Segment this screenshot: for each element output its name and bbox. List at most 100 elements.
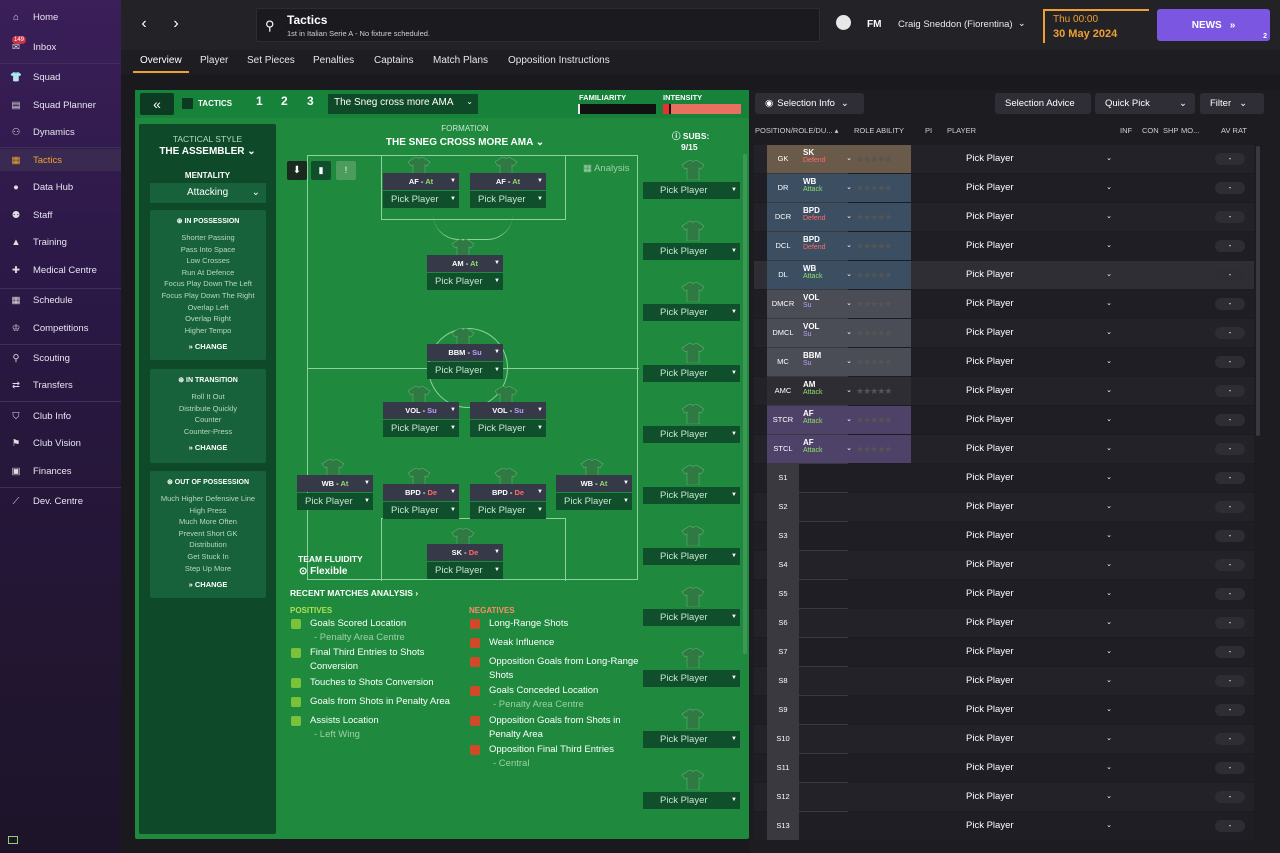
- slot-role[interactable]: WB - At ▼: [556, 475, 632, 492]
- sidebar-item-transfers[interactable]: ⇄ Transfers: [0, 374, 121, 396]
- formation-select[interactable]: THE SNEG CROSS MORE AMA ⌄: [285, 137, 645, 148]
- sub-pick-player-select[interactable]: Pick Player ▼: [643, 487, 740, 504]
- analysis-item[interactable]: Long-Range Shots: [470, 617, 640, 631]
- pick-player-select[interactable]: Pick Player ▼: [383, 502, 459, 519]
- table-row[interactable]: S9 Pick Player ⌄ -: [754, 696, 1254, 724]
- row-pick-player-select[interactable]: Pick Player ⌄: [966, 319, 1112, 347]
- table-row[interactable]: S5 Pick Player ⌄ -: [754, 580, 1254, 608]
- row-pick-player-select[interactable]: Pick Player ⌄: [966, 232, 1112, 260]
- table-row[interactable]: GK SK Defend ⌄ ★★★★★ Pick Player ⌄ -: [754, 145, 1254, 173]
- table-row[interactable]: DCL BPD Defend ⌄ ★★★★★ Pick Player ⌄ -: [754, 232, 1254, 260]
- chevron-down-icon[interactable]: ⌄: [1018, 18, 1026, 29]
- row-pick-player-select[interactable]: Pick Player ⌄: [966, 464, 1112, 492]
- back-arrow-icon[interactable]: ‹: [137, 14, 151, 34]
- slot-role[interactable]: VOL - Su ▼: [383, 402, 459, 419]
- sidebar-item-staff[interactable]: ⚉ Staff: [0, 204, 121, 226]
- alert-icon[interactable]: !: [336, 161, 356, 180]
- row-pick-player-select[interactable]: Pick Player ⌄: [966, 290, 1112, 318]
- slot-role[interactable]: VOL - Su ▼: [470, 402, 546, 419]
- world-ball-icon[interactable]: [836, 15, 851, 30]
- sub-pick-player-select[interactable]: Pick Player ▼: [643, 426, 740, 443]
- table-row[interactable]: S6 Pick Player ⌄ -: [754, 609, 1254, 637]
- out-of-possession-change-button[interactable]: » CHANGE: [150, 580, 266, 589]
- in-transition-change-button[interactable]: » CHANGE: [150, 443, 266, 452]
- row-pick-player-select[interactable]: Pick Player ⌄: [966, 145, 1112, 173]
- selection-advice-button[interactable]: Selection Advice: [995, 93, 1091, 114]
- analysis-item[interactable]: Opposition Final Third Entries - Central: [470, 743, 640, 771]
- sub-pick-player-select[interactable]: Pick Player ▼: [643, 731, 740, 748]
- row-role-select[interactable]: AF Attack ⌄: [799, 406, 856, 434]
- col-pi[interactable]: PI: [925, 126, 932, 135]
- slot-role[interactable]: AF - At ▼: [470, 173, 546, 190]
- sidebar-item-competitions[interactable]: ♔ Competitions: [0, 317, 121, 339]
- row-pick-player-select[interactable]: Pick Player ⌄: [966, 377, 1112, 405]
- analysis-button[interactable]: ▦ Analysis: [583, 163, 641, 180]
- table-row[interactable]: S4 Pick Player ⌄ -: [754, 551, 1254, 579]
- table-row[interactable]: S1 Pick Player ⌄ -: [754, 464, 1254, 492]
- analysis-item[interactable]: Goals Scored Location - Penalty Area Cen…: [291, 617, 461, 645]
- slot-role[interactable]: AF - At ▼: [383, 173, 459, 190]
- sub-pick-player-select[interactable]: Pick Player ▼: [643, 792, 740, 809]
- pick-player-select[interactable]: Pick Player ▼: [470, 420, 546, 437]
- bar-chart-icon[interactable]: ▮: [311, 161, 331, 180]
- row-pick-player-select[interactable]: Pick Player ⌄: [966, 522, 1112, 550]
- table-row[interactable]: DMCL VOL Su ⌄ ★★★★★ Pick Player ⌄ -: [754, 319, 1254, 347]
- slot-role[interactable]: AM - At ▼: [427, 255, 503, 272]
- analysis-item[interactable]: Weak Influence: [470, 636, 640, 650]
- row-role-select[interactable]: WB Attack ⌄: [799, 174, 856, 202]
- table-row[interactable]: S8 Pick Player ⌄ -: [754, 667, 1254, 695]
- pick-player-select[interactable]: Pick Player ▼: [383, 420, 459, 437]
- mentality-select[interactable]: Attacking ⌄: [150, 183, 266, 203]
- tab-match-plans[interactable]: Match Plans: [433, 55, 488, 66]
- table-row[interactable]: AMC AM Attack ⌄ ★★★★★ Pick Player ⌄ -: [754, 377, 1254, 405]
- tactic-slot-1[interactable]: 1: [256, 94, 263, 108]
- col-inf[interactable]: INF: [1120, 126, 1132, 135]
- recent-matches-analysis-link[interactable]: RECENT MATCHES ANALYSIS ›: [290, 588, 418, 598]
- row-pick-player-select[interactable]: Pick Player ⌄: [966, 435, 1112, 463]
- download-icon[interactable]: ⬇: [287, 161, 307, 180]
- pick-player-select[interactable]: Pick Player ▼: [470, 191, 546, 208]
- table-row[interactable]: S3 Pick Player ⌄ -: [754, 522, 1254, 550]
- row-pick-player-select[interactable]: Pick Player ⌄: [966, 812, 1112, 840]
- forward-arrow-icon[interactable]: ›: [169, 14, 183, 34]
- col-role-ability[interactable]: ROLE ABILITY: [854, 126, 904, 135]
- analysis-item[interactable]: Opposition Goals from Shots in Penalty A…: [470, 714, 640, 742]
- table-row[interactable]: S11 Pick Player ⌄ -: [754, 754, 1254, 782]
- tab-penalties[interactable]: Penalties: [313, 55, 354, 66]
- row-role-select[interactable]: VOL Su ⌄: [799, 319, 856, 347]
- sidebar-item-schedule[interactable]: ▦ Schedule: [0, 289, 121, 311]
- row-pick-player-select[interactable]: Pick Player ⌄: [966, 696, 1112, 724]
- table-row[interactable]: S2 Pick Player ⌄ -: [754, 493, 1254, 521]
- analysis-item[interactable]: Goals from Shots in Penalty Area: [291, 695, 461, 709]
- tab-overview[interactable]: Overview: [140, 55, 182, 66]
- row-pick-player-select[interactable]: Pick Player ⌄: [966, 261, 1112, 289]
- tactic-name-select[interactable]: The Sneg cross more AMA ⌄: [328, 94, 478, 114]
- sub-pick-player-select[interactable]: Pick Player ▼: [643, 304, 740, 321]
- selection-info-button[interactable]: ◉ Selection Info ⌄: [755, 93, 864, 114]
- analysis-item[interactable]: Touches to Shots Conversion: [291, 676, 461, 690]
- sidebar-item-home[interactable]: ⌂ Home: [0, 6, 121, 28]
- row-role-select[interactable]: AF Attack ⌄: [799, 435, 856, 463]
- tactic-slot-2[interactable]: 2: [281, 94, 288, 108]
- row-pick-player-select[interactable]: Pick Player ⌄: [966, 754, 1112, 782]
- col-shp[interactable]: SHP: [1163, 126, 1178, 135]
- sidebar-item-squad-planner[interactable]: ▤ Squad Planner: [0, 94, 121, 116]
- table-scrollbar[interactable]: [1256, 146, 1260, 436]
- row-pick-player-select[interactable]: Pick Player ⌄: [966, 609, 1112, 637]
- table-row[interactable]: S13 Pick Player ⌄ -: [754, 812, 1254, 840]
- table-row[interactable]: S12 Pick Player ⌄ -: [754, 783, 1254, 811]
- table-row[interactable]: STCL AF Attack ⌄ ★★★★★ Pick Player ⌄ -: [754, 435, 1254, 463]
- table-row[interactable]: DL WB Attack ⌄ ★★★★★ Pick Player ⌄ -: [754, 261, 1254, 289]
- sub-pick-player-select[interactable]: Pick Player ▼: [643, 548, 740, 565]
- row-role-select[interactable]: VOL Su ⌄: [799, 290, 856, 318]
- sub-pick-player-select[interactable]: Pick Player ▼: [643, 243, 740, 260]
- table-row[interactable]: MC BBM Su ⌄ ★★★★★ Pick Player ⌄ -: [754, 348, 1254, 376]
- pick-player-select[interactable]: Pick Player ▼: [427, 273, 503, 290]
- col-av-rat[interactable]: AV RAT: [1221, 126, 1247, 135]
- sub-pick-player-select[interactable]: Pick Player ▼: [643, 670, 740, 687]
- sub-pick-player-select[interactable]: Pick Player ▼: [643, 609, 740, 626]
- analysis-item[interactable]: Goals Conceded Location - Penalty Area C…: [470, 684, 640, 712]
- tactical-style-select[interactable]: THE ASSEMBLER ⌄: [139, 146, 276, 157]
- pick-player-select[interactable]: Pick Player ▼: [427, 362, 503, 379]
- pick-player-select[interactable]: Pick Player ▼: [470, 502, 546, 519]
